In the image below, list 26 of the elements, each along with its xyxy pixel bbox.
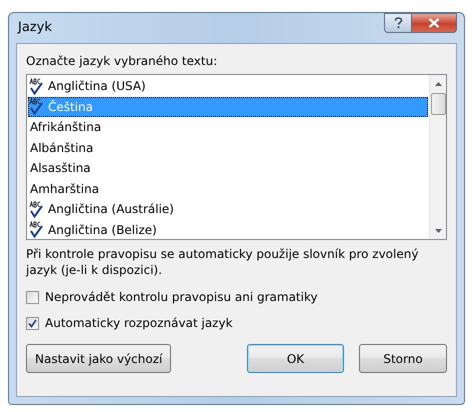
scroll-down-icon[interactable] [434, 228, 442, 232]
scrollbar-thumb[interactable] [430, 93, 446, 115]
close-button[interactable] [411, 13, 457, 33]
set-default-button[interactable]: Nastavit jako výchozí [26, 344, 172, 374]
language-item[interactable]: Angličtina (USA) [28, 76, 428, 96]
help-text: Při kontrole pravopisu se automaticky použije slovník pro zvolený jazyk (je-li k dispozici). [26, 246, 420, 278]
scroll-up-icon[interactable] [434, 82, 442, 86]
checkbox[interactable] [26, 316, 39, 330]
language-item[interactable]: Alsasština [28, 158, 428, 178]
checkbox-label[interactable]: Neprovádět kontrolu pravopisu ani gramatiky [45, 288, 318, 306]
help-icon [394, 17, 402, 29]
help-button[interactable] [384, 13, 411, 33]
language-item[interactable]: Albánština [28, 138, 428, 158]
language-item[interactable]: Angličtina (Belize) [28, 220, 428, 240]
ok-button[interactable]: OK [247, 344, 344, 374]
language-item[interactable]: Amharština [28, 178, 428, 199]
language-list[interactable]: Angličtina (USA) Čeština Afrikánština Albánština Alsasština Amharština Angličtina (Austrálie) Angličtina (Belize) [26, 74, 447, 240]
close-icon [428, 18, 440, 28]
checkbox[interactable] [26, 290, 39, 304]
checkbox-label[interactable]: Automaticky rozpoznávat jazyk [45, 314, 233, 332]
window-title: Jazyk [16, 19, 52, 38]
cancel-button[interactable]: Storno [359, 344, 447, 374]
language-item[interactable]: Angličtina (Austrálie) [28, 199, 428, 220]
scrollbar[interactable] [429, 75, 446, 239]
language-item[interactable]: Afrikánština [28, 117, 428, 138]
list-label: Označte jazyk vybraného textu: [26, 53, 218, 70]
